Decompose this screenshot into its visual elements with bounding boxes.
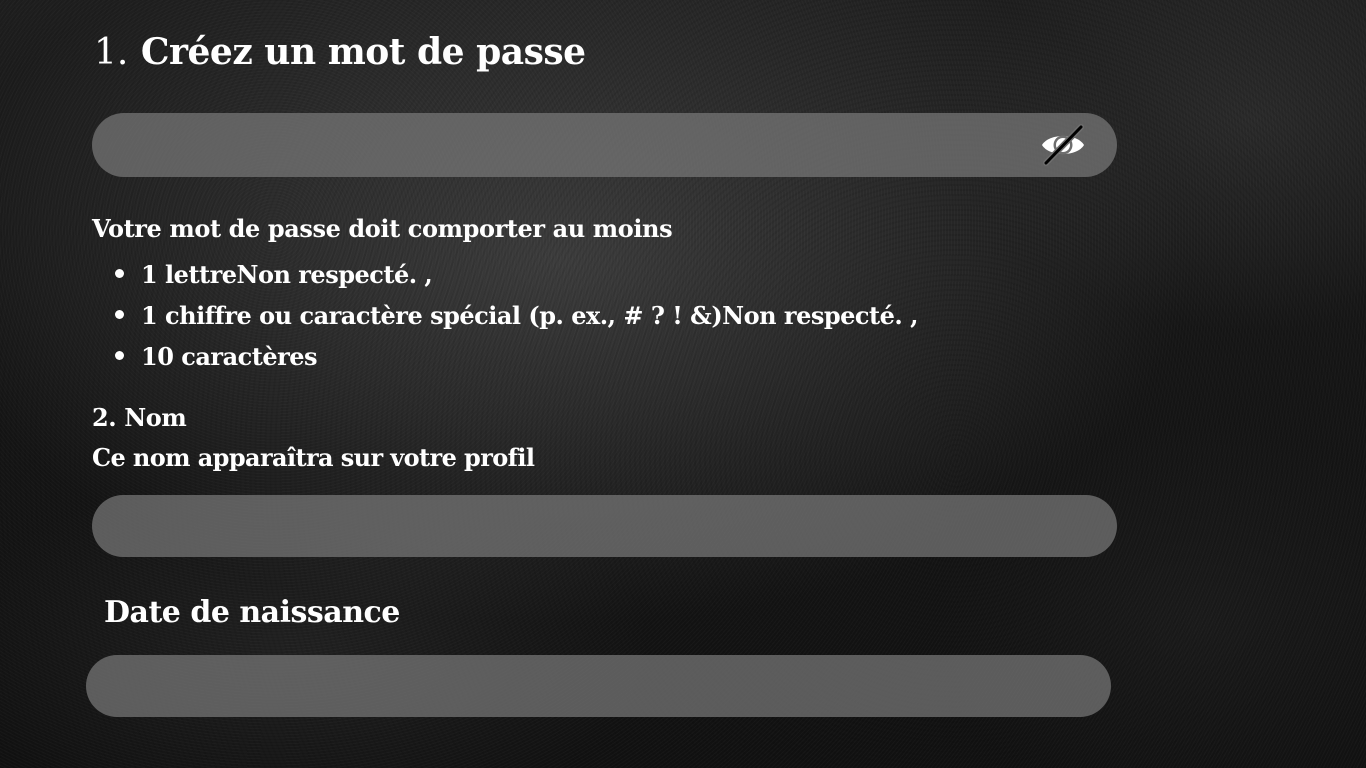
birthdate-section-title: Date de naissance	[104, 595, 400, 630]
requirement-digit-or-special-text: 1 chiffre ou caractère spécial (p. ex., …	[141, 301, 918, 330]
name-help-text: Ce nom apparaîtra sur votre profil	[92, 443, 535, 472]
bullet-icon	[115, 310, 124, 319]
requirement-digit-or-special: 1 chiffre ou caractère spécial (p. ex., …	[112, 295, 918, 336]
password-title-text: Créez un mot de passe	[140, 31, 586, 73]
requirement-letter-text: 1 lettreNon respecté. ,	[141, 260, 433, 289]
password-field[interactable]	[92, 113, 1117, 177]
toggle-password-visibility-button[interactable]	[1039, 123, 1087, 167]
name-input[interactable]	[92, 495, 1117, 557]
password-requirements-list: 1 lettreNon respecté. , 1 chiffre ou car…	[112, 254, 918, 377]
password-input[interactable]	[92, 113, 1117, 177]
requirement-length-text: 10 caractères	[141, 342, 318, 371]
name-section-title: 2. Nom	[92, 403, 187, 432]
eye-slash-icon	[1042, 124, 1084, 166]
name-field[interactable]	[92, 495, 1117, 557]
birthdate-input[interactable]	[86, 655, 1111, 717]
requirement-length: 10 caractères	[112, 336, 918, 377]
password-step-number: 1.	[94, 32, 129, 73]
birthdate-field[interactable]	[86, 655, 1111, 717]
bullet-icon	[115, 351, 124, 360]
bullet-icon	[115, 269, 124, 278]
requirement-letter: 1 lettreNon respecté. ,	[112, 254, 918, 295]
password-requirements-intro: Votre mot de passe doit comporter au moi…	[92, 214, 673, 243]
password-section-title: 1. Créez un mot de passe	[94, 30, 586, 75]
